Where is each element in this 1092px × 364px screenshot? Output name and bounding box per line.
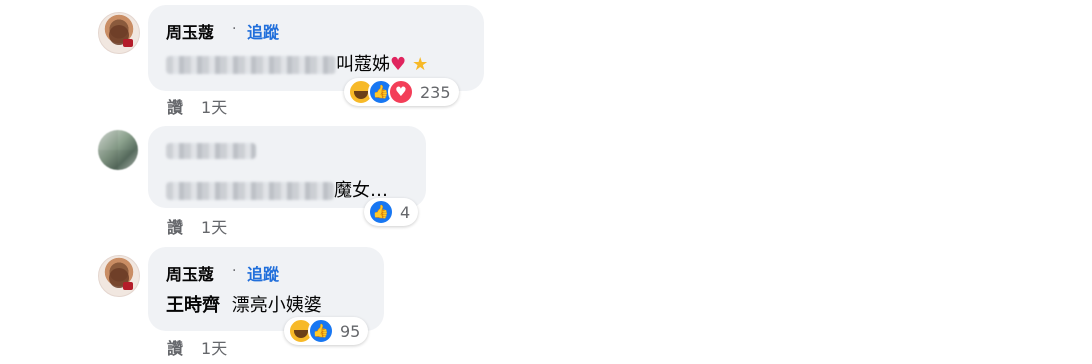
comment-text-visible: 叫蔻姊 bbox=[336, 54, 390, 75]
follow-link[interactable]: 追蹤 bbox=[247, 261, 279, 285]
separator-dot: · bbox=[232, 21, 237, 37]
comment-author[interactable] bbox=[166, 140, 256, 159]
reaction-count: 235 bbox=[420, 82, 451, 102]
avatar[interactable] bbox=[98, 12, 140, 54]
blurred-author bbox=[166, 142, 256, 159]
avatar[interactable] bbox=[98, 130, 138, 170]
comment-text: 王時齊 漂亮小姨婆 bbox=[166, 291, 322, 317]
comment: 周玉蔻 · 追蹤 叫蔻姊♥ ★ 👍 ♥ 235 讚 1天 bbox=[0, 0, 1092, 120]
like-button[interactable]: 讚 bbox=[167, 339, 183, 358]
avatar[interactable] bbox=[98, 255, 140, 297]
avatar-badge bbox=[123, 39, 133, 47]
avatar-badge bbox=[123, 282, 133, 290]
comment-text: 魔女… bbox=[166, 176, 388, 202]
tagged-user[interactable]: 王時齊 bbox=[166, 295, 220, 316]
comment-timestamp[interactable]: 1天 bbox=[201, 218, 227, 237]
comment-text-visible: 漂亮小姨婆 bbox=[231, 295, 322, 316]
separator-dot: · bbox=[232, 263, 237, 279]
comment-author[interactable]: 周玉蔻 bbox=[166, 261, 214, 285]
heart-emoji: ♥ bbox=[390, 54, 407, 75]
like-button[interactable]: 讚 bbox=[167, 98, 183, 117]
like-button[interactable]: 讚 bbox=[167, 218, 183, 237]
blurred-text bbox=[166, 56, 336, 74]
comment-timestamp[interactable]: 1天 bbox=[201, 339, 227, 358]
reaction-count: 95 bbox=[340, 321, 361, 341]
follow-link[interactable]: 追蹤 bbox=[247, 19, 279, 43]
comment-timestamp[interactable]: 1天 bbox=[201, 98, 227, 117]
star-emoji: ★ bbox=[412, 54, 429, 75]
comment-text: 叫蔻姊♥ ★ bbox=[166, 50, 428, 76]
reaction-summary[interactable]: 👍 95 bbox=[284, 317, 369, 345]
comment: 周玉蔻 · 追蹤 王時齊 漂亮小姨婆 👍 95 讚 1天 bbox=[0, 245, 1092, 364]
reaction-summary[interactable]: 👍 ♥ 235 bbox=[344, 78, 459, 106]
like-icon: 👍 bbox=[308, 318, 334, 344]
reaction-count: 4 bbox=[400, 202, 411, 222]
love-icon: ♥ bbox=[388, 79, 414, 105]
comment-actions: 讚 1天 bbox=[167, 94, 227, 118]
comment: 魔女… 👍 4 讚 1天 bbox=[0, 120, 1092, 245]
comment-actions: 讚 1天 bbox=[167, 214, 227, 238]
comment-author[interactable]: 周玉蔻 bbox=[166, 19, 214, 43]
reaction-summary[interactable]: 👍 4 bbox=[364, 198, 419, 226]
comment-actions: 讚 1天 bbox=[167, 335, 227, 359]
like-icon: 👍 bbox=[368, 199, 394, 225]
blurred-text bbox=[166, 182, 334, 200]
comment-bubble: 魔女… bbox=[148, 126, 426, 208]
